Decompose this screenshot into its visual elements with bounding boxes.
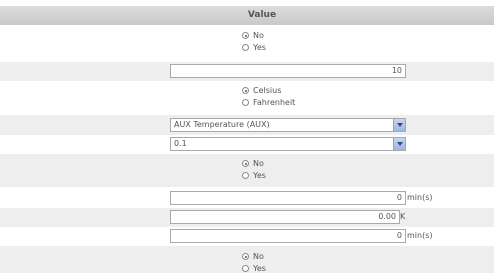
radio-option-fahrenheit[interactable]: Fahrenheit <box>242 97 295 108</box>
select-value: 0.1 <box>174 139 187 148</box>
radio-option-no[interactable]: No <box>242 30 264 41</box>
table-row: No Yes <box>0 25 494 62</box>
table-row: AUX Temperature (AUX) <box>0 115 494 135</box>
unit-label: min(s) <box>407 193 433 202</box>
radio-label: Celsius <box>253 86 282 95</box>
radio-option-yes[interactable]: Yes <box>242 263 266 274</box>
radio-option-no[interactable]: No <box>242 158 264 169</box>
resolution-select[interactable]: 0.1 <box>170 137 406 151</box>
radio-label: Fahrenheit <box>253 98 296 107</box>
table-row: Celsius Fahrenheit <box>0 81 494 115</box>
radio-button[interactable] <box>242 172 249 179</box>
radio-option-yes[interactable]: Yes <box>242 42 266 53</box>
radio-button[interactable] <box>242 253 249 260</box>
table-row: 0 min(s) <box>0 227 494 246</box>
unit-label: min(s) <box>407 231 433 240</box>
numeric-input[interactable]: 10 <box>170 64 406 78</box>
radio-label: Yes <box>253 171 266 180</box>
numeric-input[interactable]: 0 <box>170 229 406 243</box>
radio-label: Yes <box>253 43 266 52</box>
unit-label: K <box>400 212 406 221</box>
table-row: 0.00 K <box>0 208 494 227</box>
table-row: 0.1 <box>0 135 494 154</box>
chevron-down-icon[interactable] <box>393 138 405 150</box>
value-column-header: Value <box>0 6 494 25</box>
numeric-input[interactable]: 0.00 <box>170 210 400 224</box>
radio-button[interactable] <box>242 99 249 106</box>
radio-option-celsius[interactable]: Celsius <box>242 85 281 96</box>
radio-option-no[interactable]: No <box>242 251 264 262</box>
radio-button[interactable] <box>242 87 249 94</box>
radio-label: No <box>253 252 264 261</box>
radio-label: No <box>253 159 264 168</box>
radio-label: No <box>253 31 264 40</box>
radio-option-yes[interactable]: Yes <box>242 170 266 181</box>
radio-button[interactable] <box>242 160 249 167</box>
radio-button[interactable] <box>242 265 249 272</box>
radio-label: Yes <box>253 264 266 273</box>
select-value: AUX Temperature (AUX) <box>174 120 270 129</box>
table-row: No Yes <box>0 246 494 273</box>
table-row: 0 min(s) <box>0 189 494 208</box>
table-row: No Yes <box>0 154 494 187</box>
radio-button[interactable] <box>242 44 249 51</box>
chevron-down-icon[interactable] <box>393 119 405 131</box>
numeric-input[interactable]: 0 <box>170 191 406 205</box>
sensor-select[interactable]: AUX Temperature (AUX) <box>170 118 406 132</box>
radio-button[interactable] <box>242 32 249 39</box>
table-row: 10 <box>0 62 494 81</box>
